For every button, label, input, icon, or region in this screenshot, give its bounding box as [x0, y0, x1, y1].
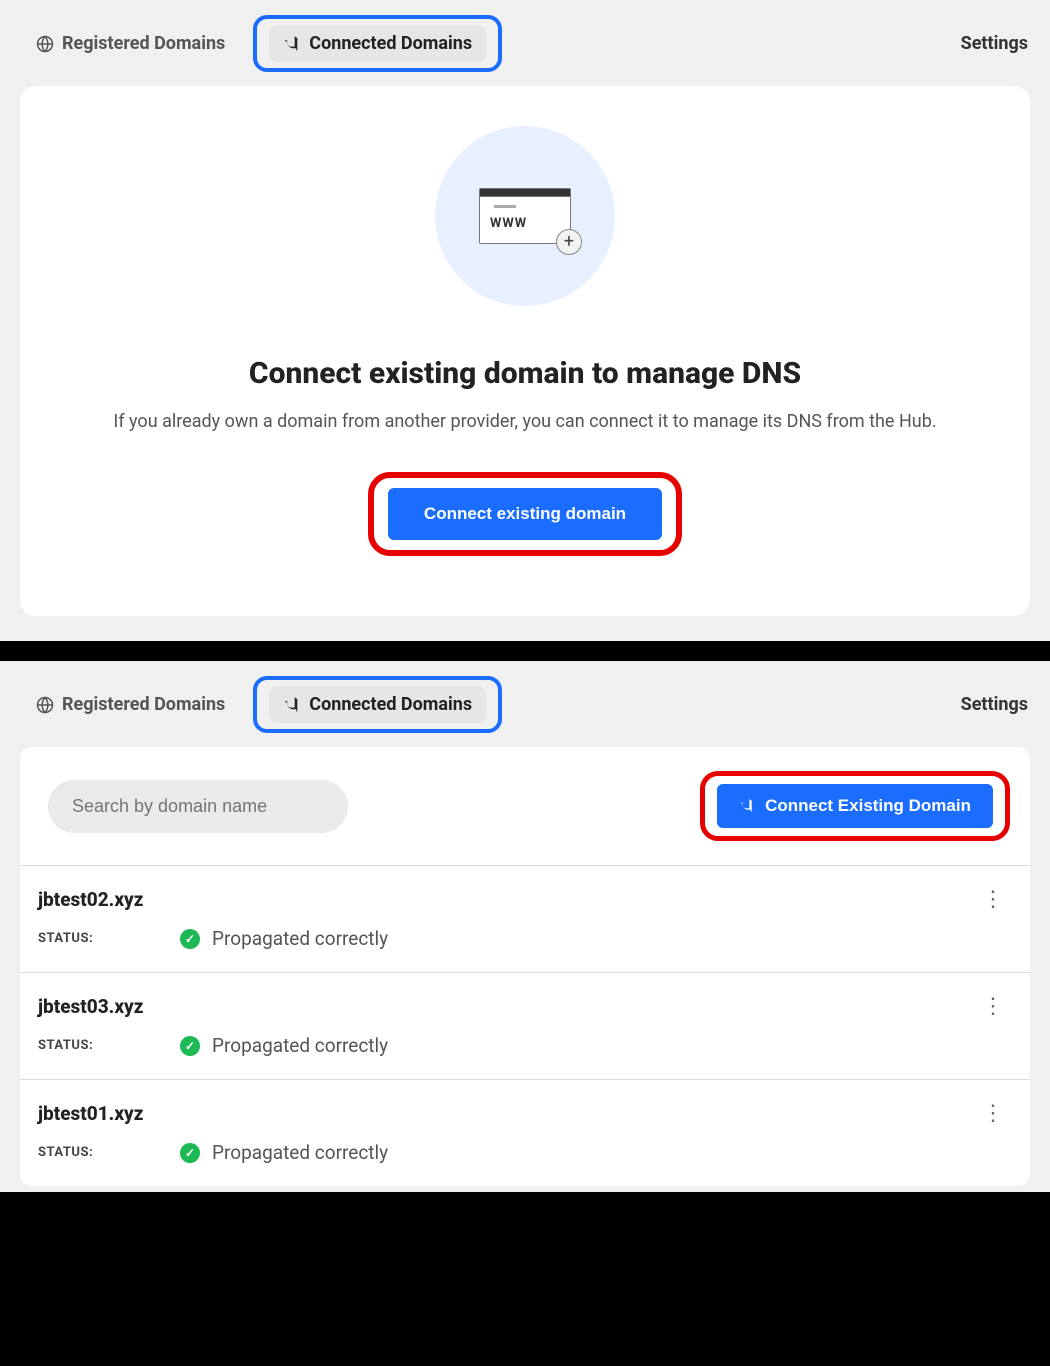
domain-row: jbtest02.xyz ⋮ STATUS: ✓ Propagated corr…	[20, 865, 1030, 972]
domain-row: jbtest01.xyz ⋮ STATUS: ✓ Propagated corr…	[20, 1079, 1030, 1186]
panel-empty-state: Registered Domains Connected Domains Set…	[0, 0, 1050, 641]
panel-divider	[0, 641, 1050, 661]
tab-registered-2[interactable]: Registered Domains	[22, 684, 239, 725]
button-label: Connect existing domain	[424, 504, 626, 524]
status-value: ✓ Propagated correctly	[180, 927, 388, 950]
domain-name[interactable]: jbtest02.xyz	[38, 888, 143, 911]
tabs-row-2: Registered Domains Connected Domains Set…	[20, 676, 1030, 747]
tab-registered-label: Registered Domains	[62, 33, 225, 54]
annotation-highlight-tab-2: Connected Domains	[253, 676, 502, 733]
toolbar-row: Connect Existing Domain	[20, 747, 1030, 865]
plug-icon	[739, 798, 755, 814]
tab-registered-label-2: Registered Domains	[62, 694, 225, 715]
button-label-2: Connect Existing Domain	[765, 796, 971, 816]
tabs-left-2: Registered Domains Connected Domains	[22, 676, 502, 733]
plus-icon: +	[556, 229, 582, 255]
kebab-menu-icon[interactable]: ⋮	[982, 1002, 1002, 1012]
annotation-highlight-tab: Connected Domains	[253, 15, 502, 72]
domain-row: jbtest03.xyz ⋮ STATUS: ✓ Propagated corr…	[20, 972, 1030, 1079]
status-label: STATUS:	[38, 1145, 158, 1160]
tab-connected[interactable]: Connected Domains	[269, 25, 486, 62]
hero-title: Connect existing domain to manage DNS	[40, 356, 1010, 391]
tabs-left: Registered Domains Connected Domains	[22, 15, 502, 72]
tabs-row: Registered Domains Connected Domains Set…	[20, 15, 1030, 86]
status-value: ✓ Propagated correctly	[180, 1034, 388, 1057]
tab-registered[interactable]: Registered Domains	[22, 23, 239, 64]
status-label: STATUS:	[38, 931, 158, 946]
check-circle-icon: ✓	[180, 1036, 200, 1056]
status-text: Propagated correctly	[212, 1034, 388, 1057]
domain-list-card: Connect Existing Domain jbtest02.xyz ⋮ S…	[20, 747, 1030, 1186]
globe-icon	[36, 696, 54, 714]
status-text: Propagated correctly	[212, 1141, 388, 1164]
kebab-menu-icon[interactable]: ⋮	[982, 895, 1002, 905]
illustration-circle: WWW +	[435, 126, 615, 306]
domain-name[interactable]: jbtest01.xyz	[38, 1102, 143, 1125]
search-input[interactable]	[48, 780, 348, 833]
check-circle-icon: ✓	[180, 1143, 200, 1163]
panel-domain-list: Registered Domains Connected Domains Set…	[0, 661, 1050, 1192]
kebab-menu-icon[interactable]: ⋮	[982, 1109, 1002, 1119]
empty-state-card: WWW + Connect existing domain to manage …	[20, 86, 1030, 616]
tab-connected-label-2: Connected Domains	[309, 694, 472, 715]
globe-icon	[36, 35, 54, 53]
tab-connected-2[interactable]: Connected Domains	[269, 686, 486, 723]
domain-name[interactable]: jbtest03.xyz	[38, 995, 143, 1018]
hero-subtitle: If you already own a domain from another…	[40, 411, 1010, 432]
status-label: STATUS:	[38, 1038, 158, 1053]
status-value: ✓ Propagated correctly	[180, 1141, 388, 1164]
connect-existing-domain-button-2[interactable]: Connect Existing Domain	[717, 784, 993, 828]
tab-connected-label: Connected Domains	[309, 33, 472, 54]
check-circle-icon: ✓	[180, 929, 200, 949]
plug-icon	[283, 35, 301, 53]
connect-existing-domain-button[interactable]: Connect existing domain	[388, 488, 662, 540]
annotation-highlight-button: Connect existing domain	[368, 472, 682, 556]
plug-icon	[283, 696, 301, 714]
status-text: Propagated correctly	[212, 927, 388, 950]
annotation-highlight-button-2: Connect Existing Domain	[700, 771, 1010, 841]
settings-link-2[interactable]: Settings	[961, 694, 1028, 715]
illustration-browser: WWW +	[479, 188, 571, 244]
settings-link[interactable]: Settings	[961, 33, 1028, 54]
illustration-www-label: WWW	[490, 216, 560, 231]
